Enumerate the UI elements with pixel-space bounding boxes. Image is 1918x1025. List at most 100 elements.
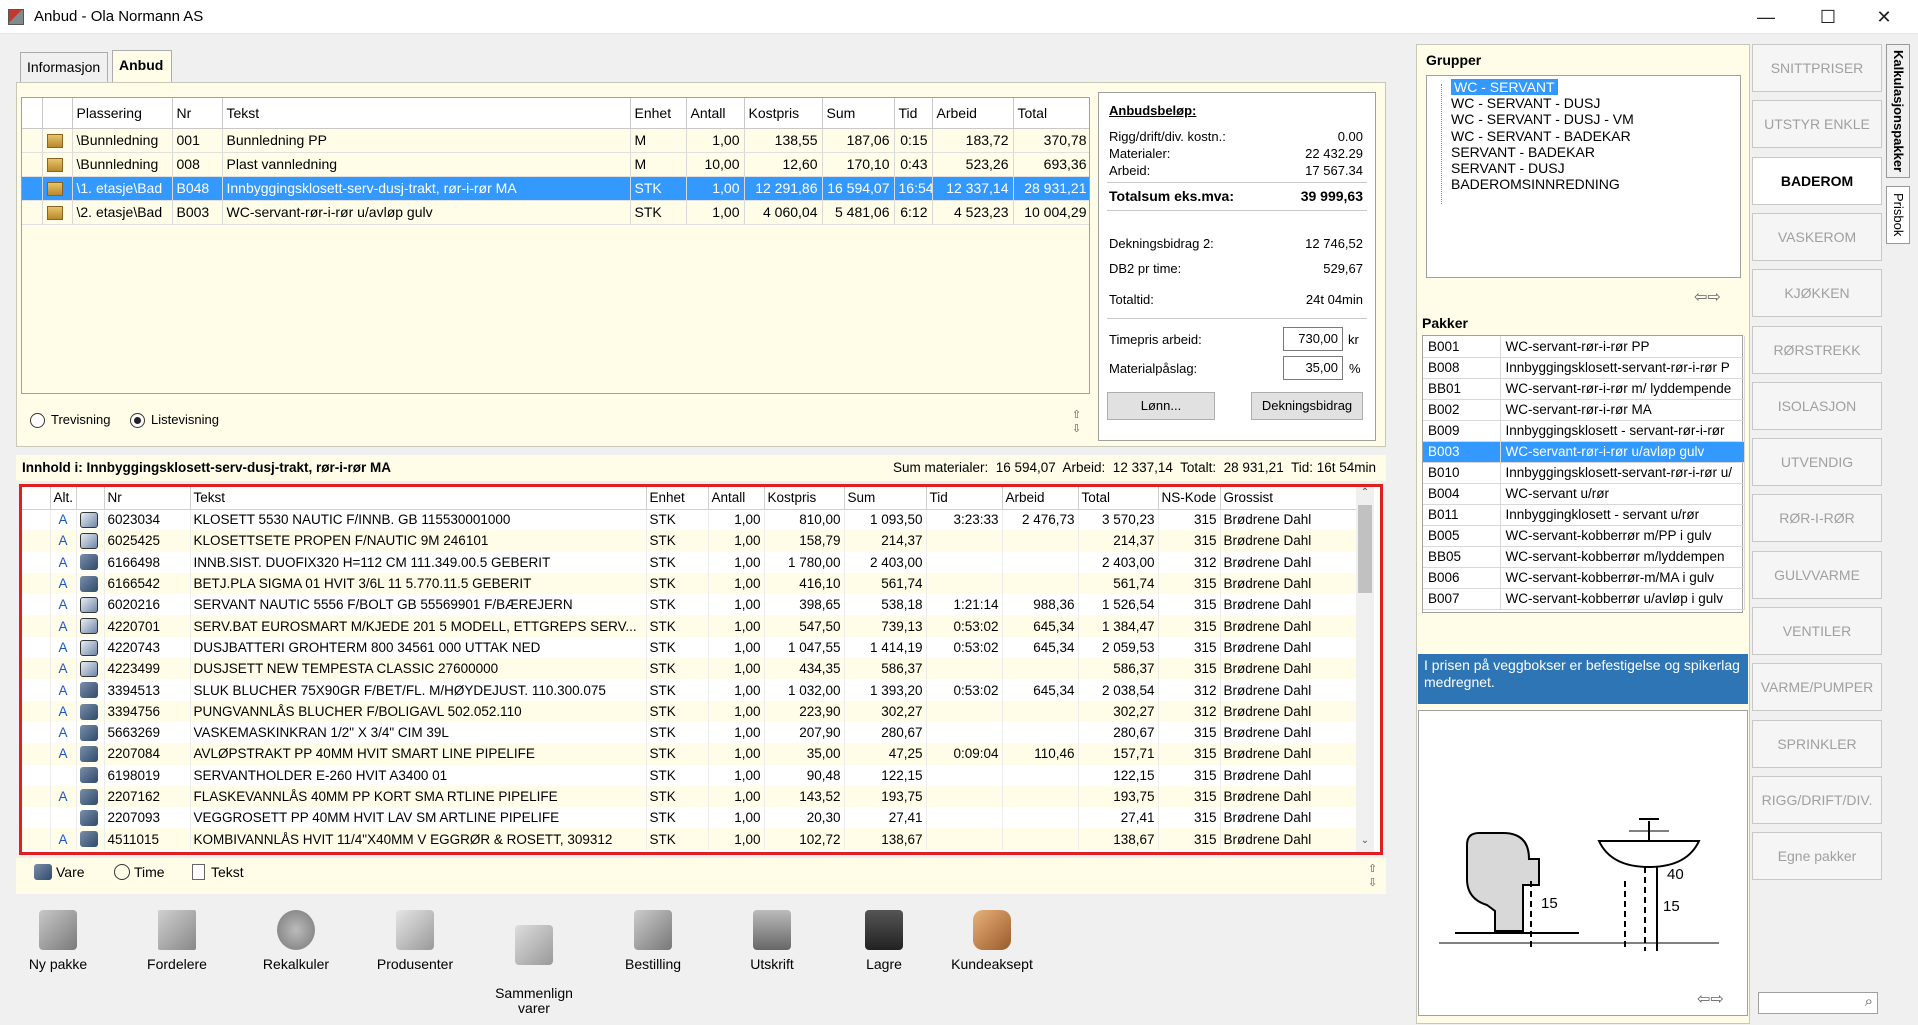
innhold-scrollbar[interactable]: ⌃ ⌄ <box>1356 487 1374 852</box>
navigation-arrows-icon[interactable]: ⇦⇨ <box>1697 989 1724 1009</box>
col-header-tekst[interactable]: Tekst <box>190 487 647 510</box>
cell-alt[interactable]: A <box>50 615 77 637</box>
pakke-row[interactable]: B009 Innbyggingsklosett - servant-rør-i-r… <box>1423 420 1745 442</box>
innhold-row[interactable]: A 6025425 KLOSETTSETE PROPEN F/NAUTIC 9M 2… <box>22 530 1363 552</box>
resize-arrows-icon[interactable]: ⇧ ⇩ <box>1368 862 1377 890</box>
col-header-arbeid[interactable]: Arbeid <box>932 98 1014 129</box>
col-header-antall[interactable]: Antall <box>686 98 745 129</box>
category-button[interactable]: RIGG/DRIFT/DIV. <box>1752 775 1882 824</box>
innhold-row[interactable]: A 4511015 KOMBIVANNLÅS HVIT 11/4"X40MM V E… <box>22 828 1363 850</box>
anbud-row[interactable]: \1. etasje\Bad B048 Innbyggingsklosett-ser… <box>22 176 1089 201</box>
tab-informasjon[interactable]: Informasjon <box>20 52 108 82</box>
cell-alt[interactable]: A <box>50 700 77 722</box>
category-button[interactable]: RØR-I-RØR <box>1752 494 1882 543</box>
col-header-type[interactable] <box>76 487 105 510</box>
tab-kalkulasjonspakker[interactable]: Kalkulasjonspakker <box>1886 44 1910 178</box>
cell-alt[interactable]: A <box>50 636 77 659</box>
cell-alt[interactable]: A <box>50 743 77 765</box>
category-button[interactable]: SNITTPRISER <box>1752 44 1882 92</box>
innhold-row[interactable]: A 2207162 FLASKEVANNLÅS 40MM PP KORT SMA R… <box>22 785 1363 808</box>
dekningsbidrag-button[interactable]: Dekningsbidrag <box>1251 392 1363 420</box>
col-header-nr[interactable]: Nr <box>172 98 223 129</box>
cell-alt[interactable]: A <box>50 679 77 701</box>
col-header-ns-kode[interactable]: NS-Kode <box>1158 487 1221 510</box>
resize-arrows-icon[interactable]: ⇧ ⇩ <box>1072 408 1084 438</box>
innhold-row[interactable]: A 3394756 PUNGVANNLÅS BLUCHER F/BOLIGAVL 5… <box>22 700 1363 722</box>
pakke-row[interactable]: B011 Innbyggingklosett - servant u/rør <box>1423 504 1745 526</box>
col-header-total[interactable]: Total <box>1013 98 1089 129</box>
category-button[interactable]: VENTILER <box>1752 607 1882 655</box>
cell-alt[interactable]: A <box>50 509 77 531</box>
category-button[interactable]: VASKEROM <box>1752 212 1882 261</box>
anbud-grid[interactable]: Plassering Nr Tekst Enhet Antall Kostpri… <box>21 97 1090 394</box>
grupper-item[interactable]: BADEROMSINNREDNING <box>1451 176 1620 192</box>
grupper-item[interactable]: SERVANT - BADEKAR <box>1451 144 1595 160</box>
col-header-enhet[interactable]: Enhet <box>630 98 687 129</box>
category-button[interactable]: RØRSTREKK <box>1752 325 1882 374</box>
col-header-arbeid[interactable]: Arbeid <box>1002 487 1079 510</box>
col-header-nr[interactable]: Nr <box>104 487 191 510</box>
grupper-item[interactable]: WC - SERVANT <box>1451 79 1558 95</box>
col-header-tid[interactable]: Tid <box>926 487 1003 510</box>
pakke-row[interactable]: B001 WC-servant-rør-i-rør PP <box>1423 336 1745 358</box>
cell-alt[interactable]: A <box>50 594 77 616</box>
category-button[interactable]: UTSTYR ENKLE <box>1752 100 1882 149</box>
grupper-item[interactable]: WC - SERVANT - BADEKAR <box>1451 128 1631 144</box>
cell-alt[interactable]: A <box>50 721 77 744</box>
pakke-row[interactable]: BB05 WC-servant-kobberrør m/lyddempen <box>1423 546 1745 568</box>
col-header-tid[interactable]: Tid <box>894 98 933 129</box>
close-button[interactable]: ✕ <box>1856 0 1912 34</box>
maximize-button[interactable]: ☐ <box>1800 0 1856 34</box>
innhold-row[interactable]: A 3394513 SLUK BLUCHER 75X90GR F/BET/FL. M… <box>22 679 1363 701</box>
col-header-kostpris[interactable]: Kostpris <box>764 487 845 510</box>
fordelere-button[interactable]: Fordelere <box>127 910 227 972</box>
minimize-button[interactable]: — <box>1738 0 1794 34</box>
trevisning-radio[interactable]: Trevisning <box>30 412 110 429</box>
pakker-list[interactable]: B001 WC-servant-rør-i-rør PP B008 Innbyggin… <box>1422 335 1745 613</box>
innhold-row[interactable]: A 2207084 AVLØPSTRAKT PP 40MM HVIT SMART L… <box>22 743 1363 765</box>
category-button[interactable]: BADEROM <box>1752 156 1882 205</box>
col-header-icon[interactable] <box>42 98 73 129</box>
col-header-antall[interactable]: Antall <box>708 487 765 510</box>
anbud-row[interactable]: \Bunnledning 001 Bunnledning PP M 1,00 138,55… <box>22 128 1089 153</box>
cell-alt[interactable]: A <box>50 572 77 595</box>
category-button[interactable]: GULVVARME <box>1752 550 1882 599</box>
innhold-row[interactable]: A 4220701 SERV.BAT EUROSMART M/KJEDE 201 5… <box>22 615 1363 637</box>
grupper-item[interactable]: WC - SERVANT - DUSJ <box>1451 95 1600 111</box>
scroll-down-icon[interactable]: ⌄ <box>1358 835 1372 849</box>
innhold-row[interactable]: A 6166542 BETJ.PLA SIGMA 01 HVIT 3/6L 11 5… <box>22 572 1363 595</box>
category-button[interactable]: UTVENDIG <box>1752 438 1882 487</box>
scrollbar-thumb[interactable] <box>1358 505 1372 593</box>
scroll-up-icon[interactable]: ⌃ <box>1358 487 1372 501</box>
pakke-row[interactable]: B008 Innbyggingsklosett-servant-rør-i-rør… <box>1423 357 1745 379</box>
innhold-row[interactable]: A 4220743 DUSJBATTERI GROHTERM 800 34561 0… <box>22 636 1363 659</box>
category-button[interactable]: KJØKKEN <box>1752 269 1882 318</box>
innhold-row[interactable]: A 6166498 INNB.SIST. DUOFIX320 H=112 CM 11… <box>22 551 1363 573</box>
pakke-row[interactable]: BB01 WC-servant-rør-i-rør m/ lyddempende <box>1423 378 1745 400</box>
tab-prisbok[interactable]: Prisbok <box>1886 186 1910 244</box>
pakke-row[interactable]: B005 WC-servant-kobberrør m/PP i gulv <box>1423 525 1745 547</box>
lagre-button[interactable]: Lagre <box>834 910 934 972</box>
bestilling-button[interactable]: Bestilling <box>603 910 703 972</box>
search-input[interactable]: ⌕ <box>1758 992 1878 1014</box>
innhold-row[interactable]: A 6020216 SERVANT NAUTIC 5556 F/BOLT GB 55… <box>22 594 1363 616</box>
col-header-kostpris[interactable]: Kostpris <box>744 98 823 129</box>
kundeaksept-button[interactable]: Kundeaksept <box>942 910 1042 972</box>
rekalkuler-button[interactable]: Rekalkuler <box>246 910 346 972</box>
cell-alt[interactable] <box>50 807 77 829</box>
pakke-row[interactable]: B006 WC-servant-kobberrør-m/MA i gulv <box>1423 567 1745 589</box>
cell-alt[interactable] <box>50 764 77 786</box>
search-icon[interactable]: ⌕ <box>1865 993 1873 1010</box>
cell-alt[interactable]: A <box>50 551 77 573</box>
pakke-row[interactable]: B010 Innbyggingsklosett-servant-rør-i-rør… <box>1423 462 1745 484</box>
pakke-row[interactable]: B004 WC-servant u/rør <box>1423 483 1745 505</box>
innhold-row[interactable]: 2207093 VEGGROSETT PP 40MM HVIT LAV SM AR… <box>22 807 1363 829</box>
cell-alt[interactable]: A <box>50 530 77 552</box>
materialpaslag-input[interactable]: 35,00 <box>1283 356 1343 380</box>
tab-anbud[interactable]: Anbud <box>112 50 172 82</box>
col-header-alt[interactable]: Alt. <box>50 487 77 510</box>
grupper-item[interactable]: SERVANT - DUSJ <box>1451 160 1565 176</box>
produsenter-button[interactable]: Produsenter <box>365 910 465 972</box>
timepris-input[interactable]: 730,00 <box>1283 327 1343 351</box>
pakke-row[interactable]: B007 WC-servant-kobberrør u/avløp i gulv <box>1423 588 1745 610</box>
